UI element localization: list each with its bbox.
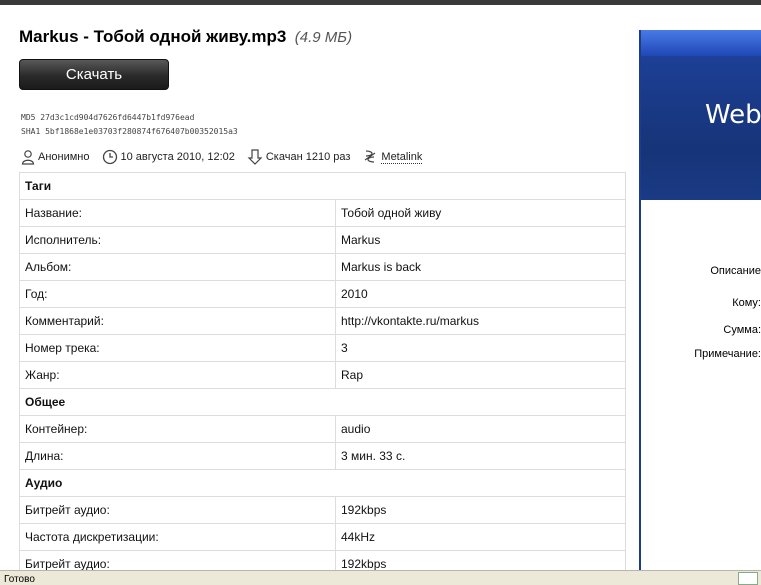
file-title-row: Markus - Тобой одной живу.mp3 (4.9 МБ)	[19, 27, 619, 47]
browser-status-bar: Готово	[0, 570, 761, 585]
table-row: Номер трека: 3	[19, 334, 626, 362]
date-meta: 10 августа 2010, 12:02	[102, 149, 235, 165]
row-label: Длина:	[19, 442, 336, 470]
table-row: Комментарий: http://vkontakte.ru/markus	[19, 307, 626, 335]
row-value: 44kHz	[335, 523, 626, 551]
row-label: Комментарий:	[19, 307, 336, 335]
table-row: Контейнер: audio	[19, 415, 626, 443]
row-label: Номер трека:	[19, 334, 336, 362]
table-row: Жанр: Rap	[19, 361, 626, 389]
section-title: Аудио	[19, 469, 626, 497]
payment-side-panel: Web Описание Кому: Сумма: Примечание:	[639, 30, 761, 572]
row-value: 192kbps	[335, 496, 626, 524]
table-row: Длина: 3 мин. 33 с.	[19, 442, 626, 470]
table-row: Название: Тобой одной живу	[19, 199, 626, 227]
download-count: Скачан 1210 раз	[265, 151, 351, 163]
file-size: (4.9 МБ)	[294, 29, 353, 46]
row-label: Контейнер:	[19, 415, 336, 443]
row-value: Markus is back	[335, 253, 626, 281]
row-value: http://vkontakte.ru/markus	[335, 307, 626, 335]
description-label: Описание	[710, 265, 761, 277]
row-label: Исполнитель:	[19, 226, 336, 254]
row-value: audio	[335, 415, 626, 443]
status-text: Готово	[4, 574, 35, 585]
author-name: Анонимно	[38, 151, 90, 163]
row-value: Rap	[335, 361, 626, 389]
author-meta: Анонимно	[21, 149, 90, 165]
table-section-header: Таги	[19, 172, 626, 200]
metalink-meta[interactable]: Metalink	[362, 149, 423, 165]
table-row: Альбом: Markus is back	[19, 253, 626, 281]
table-row: Исполнитель: Markus	[19, 226, 626, 254]
row-label: Битрейт аудио:	[19, 496, 336, 524]
side-panel-logo: Web	[705, 100, 761, 130]
amount-label: Сумма:	[723, 324, 761, 336]
table-row: Год: 2010	[19, 280, 626, 308]
upload-date: 10 августа 2010, 12:02	[120, 151, 235, 163]
recipient-label: Кому:	[732, 297, 761, 309]
file-meta-row: Анонимно 10 августа 2010, 12:02 Скачан 1…	[21, 147, 434, 167]
metalink-link[interactable]: Metalink	[381, 151, 423, 164]
row-label: Жанр:	[19, 361, 336, 389]
row-value: 3 мин. 33 с.	[335, 442, 626, 470]
row-label: Альбом:	[19, 253, 336, 281]
section-title: Общее	[19, 388, 626, 416]
section-title: Таги	[19, 172, 626, 200]
download-arrow-icon	[247, 149, 263, 165]
clock-icon	[102, 149, 117, 165]
side-panel-header-bar	[641, 30, 761, 56]
table-section-header: Общее	[19, 388, 626, 416]
file-title: Markus - Тобой одной живу.mp3	[19, 27, 287, 46]
side-panel-header: Web	[641, 30, 761, 200]
note-label: Примечание:	[694, 348, 761, 360]
row-value: 3	[335, 334, 626, 362]
downloads-meta: Скачан 1210 раз	[247, 149, 351, 165]
status-zone-icon	[738, 572, 758, 585]
table-row: Частота дискретизации: 44kHz	[19, 523, 626, 551]
file-info-table: Таги Название: Тобой одной живу Исполнитель…	[19, 172, 626, 578]
table-row: Битрейт аудио: 192kbps	[19, 496, 626, 524]
sha1-hash: SHA1 5bf1868e1e03703f280874f676407b00352…	[21, 127, 238, 136]
top-window-border	[0, 0, 761, 5]
download-button[interactable]: Скачать	[19, 59, 169, 90]
row-label: Год:	[19, 280, 336, 308]
row-label: Частота дискретизации:	[19, 523, 336, 551]
metalink-icon	[365, 150, 376, 163]
row-value: 2010	[335, 280, 626, 308]
table-section-header: Аудио	[19, 469, 626, 497]
row-value: Тобой одной живу	[335, 199, 626, 227]
row-value: Markus	[335, 226, 626, 254]
row-label: Название:	[19, 199, 336, 227]
user-icon	[21, 150, 35, 165]
md5-hash: MD5 27d3c1cd904d7626fd6447b1fd976ead	[21, 113, 195, 122]
